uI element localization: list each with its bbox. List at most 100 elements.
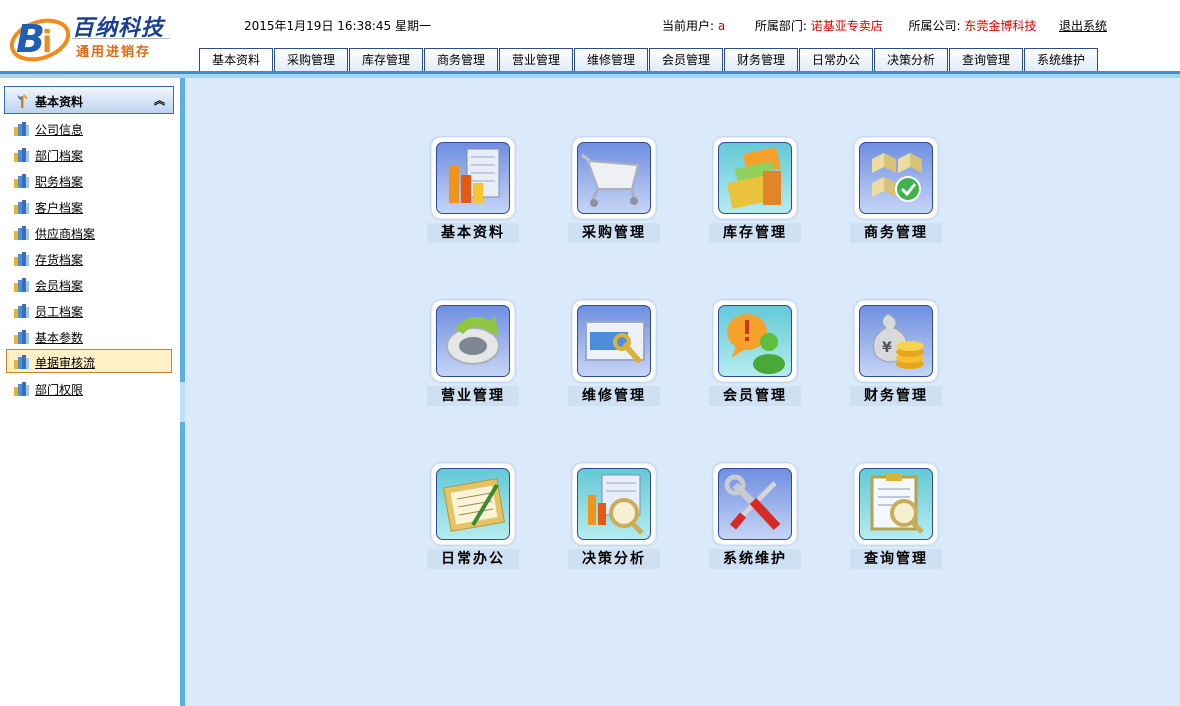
module-sales[interactable]: 营业管理 [427,300,519,408]
sidebar-item-dept-permissions[interactable]: 部门权限 [6,376,172,400]
module-label: 日常办公 [427,549,519,569]
member-alert-icon [727,314,785,374]
tools-small-icon [17,94,28,108]
sidebar-item-label: 会员档案 [35,279,84,293]
tab-inventory[interactable]: 库存管理 [349,48,423,72]
sidebar-item-label: 客户档案 [35,201,84,215]
module-basic-info[interactable]: 基本资料 [427,137,519,245]
sidebar-item-label: 职务档案 [35,175,84,189]
module-label: 库存管理 [709,223,801,243]
books-icon [14,226,29,240]
department-value: 诺基亚专卖店 [810,19,883,33]
sidebar-item-label: 部门权限 [35,383,84,397]
card-wrench-icon [585,321,645,364]
books-icon [14,304,29,318]
tab-office[interactable]: 日常办公 [799,48,873,72]
document-search-icon [870,473,924,534]
bar-chart-icon [449,148,500,203]
tab-purchase[interactable]: 采购管理 [274,48,348,72]
logout-link[interactable]: 退出系统 [1059,17,1107,34]
module-office[interactable]: 日常办公 [427,463,519,571]
sidebar-item-label: 供应商档案 [35,227,96,241]
module-business[interactable]: 商务管理 [850,137,942,245]
money-coins-icon: ¥ [873,313,924,369]
logo: B i 百纳科技 通用进销存 [6,8,171,64]
module-repair[interactable]: 维修管理 [568,300,660,408]
sidebar-header[interactable]: 基本资料 ︽ [4,86,174,114]
module-member[interactable]: 会员管理 [709,300,801,408]
tab-basic-info[interactable]: 基本资料 [199,48,273,73]
sidebar-item-members[interactable]: 会员档案 [6,272,172,296]
sidebar-item-positions[interactable]: 职务档案 [6,168,172,192]
books-icon [14,174,29,188]
books-icon [14,200,29,214]
chart-magnifier-icon [588,474,644,535]
refresh-arrow-icon [446,316,500,365]
module-label: 营业管理 [427,386,519,406]
company-label: 所属公司: [908,19,961,33]
tab-system[interactable]: 系统维护 [1024,48,1098,72]
module-label: 查询管理 [850,549,942,569]
module-label: 采购管理 [568,223,660,243]
current-user-label: 当前用户: [662,19,715,33]
books-icon [14,330,29,344]
sidebar-item-label: 公司信息 [35,123,84,137]
logo-divider [72,38,170,39]
sidebar-item-label: 单据审核流 [35,356,96,370]
tab-decision[interactable]: 决策分析 [874,48,948,72]
sidebar-item-approval-flow[interactable]: 单据审核流 [6,349,172,373]
module-label: 商务管理 [850,223,942,243]
module-finance[interactable]: ¥ 财务管理 [850,300,942,408]
clipboard-pen-icon [443,478,505,532]
module-purchase[interactable]: 采购管理 [568,137,660,245]
logo-mark-icon: B i [9,17,70,62]
sidebar-item-label: 部门档案 [35,149,84,163]
stacked-files-icon [726,147,781,209]
shopping-cart-icon [581,153,640,207]
sidebar-item-departments[interactable]: 部门档案 [6,142,172,166]
module-label: 会员管理 [709,386,801,406]
module-query[interactable]: 查询管理 [850,463,942,571]
tab-member[interactable]: 会员管理 [649,48,723,72]
module-label: 决策分析 [568,549,660,569]
module-label: 系统维护 [709,549,801,569]
sidebar-item-label: 存货档案 [35,253,84,267]
tab-business[interactable]: 商务管理 [424,48,498,72]
module-inventory[interactable]: 库存管理 [709,137,801,245]
svg-text:i: i [42,25,52,60]
department-label: 所属部门: [754,19,807,33]
module-system[interactable]: 系统维护 [709,463,801,571]
user-info: 当前用户: a 所属部门: 诺基亚专卖店 所属公司: 东莞金博科技 [662,17,1036,34]
header: B i 百纳科技 通用进销存 2015年1月19日 16:38:45 星期一 当… [0,0,1180,73]
module-decision[interactable]: 决策分析 [568,463,660,571]
sidebar-title: 基本资料 [35,95,84,109]
sidebar-item-stock[interactable]: 存货档案 [6,246,172,270]
boxes-check-icon [872,153,922,202]
sidebar-item-suppliers[interactable]: 供应商档案 [6,220,172,244]
module-label: 基本资料 [427,223,519,243]
module-label: 维修管理 [568,386,660,406]
tab-query[interactable]: 查询管理 [949,48,1023,72]
sidebar-item-company-info[interactable]: 公司信息 [6,116,172,140]
logo-subtitle: 通用进销存 [76,45,152,60]
tab-finance[interactable]: 财务管理 [724,48,798,72]
current-user-value: a [717,19,726,33]
sidebar-item-customers[interactable]: 客户档案 [6,194,172,218]
svg-text:¥: ¥ [882,340,892,356]
module-label: 财务管理 [850,386,942,406]
books-icon [14,148,29,162]
books-icon [14,122,29,136]
sidebar-item-employees[interactable]: 员工档案 [6,298,172,322]
sidebar-item-label: 员工档案 [35,305,84,319]
sidebar: 基本资料 ︽ 公司信息 部门档案 职务档案 客户档案 供应商档案 存货档案 会员… [0,78,180,706]
books-icon [14,278,29,292]
tab-repair[interactable]: 维修管理 [574,48,648,72]
company-value: 东莞金博科技 [964,19,1037,33]
books-icon [14,382,29,396]
books-icon [14,355,29,369]
sidebar-item-parameters[interactable]: 基本参数 [6,324,172,348]
double-chevron-up-icon[interactable]: ︽ [154,92,165,108]
tools-icon [724,474,781,531]
tab-sales[interactable]: 营业管理 [499,48,573,72]
svg-text:B: B [16,17,45,61]
